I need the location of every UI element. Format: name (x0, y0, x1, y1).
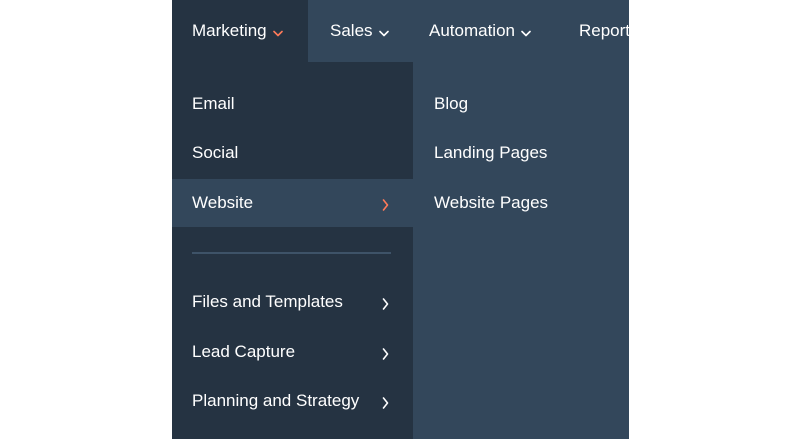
menu-item-social[interactable]: Social (172, 129, 413, 177)
chevron-down-icon (272, 22, 283, 42)
submenu-item-label: Blog (434, 94, 469, 113)
menu-item-files-and-templates[interactable]: Files and Templates (172, 278, 413, 326)
nav-automation-label: Automation (429, 21, 515, 40)
nav-sales-label: Sales (330, 21, 373, 40)
menu-item-label: Lead Capture (192, 342, 296, 361)
nav-reports-label: Reports (579, 21, 629, 40)
nav-reports[interactable]: Reports (579, 0, 629, 62)
submenu-item-landing-pages[interactable]: Landing Pages (413, 129, 629, 177)
menu-item-lead-capture[interactable]: Lead Capture (172, 328, 413, 376)
chevron-down-icon (378, 22, 389, 42)
menu-item-label: Website (192, 193, 254, 212)
top-navigation-bar: Marketing Sales Automation Reports (172, 0, 629, 62)
nav-marketing-label: Marketing (192, 21, 267, 40)
submenu-item-blog[interactable]: Blog (413, 80, 629, 128)
submenu-item-label: Website Pages (434, 193, 549, 212)
submenu-item-label: Landing Pages (434, 143, 548, 162)
submenu-item-website-pages[interactable]: Website Pages (413, 179, 629, 227)
nav-sales[interactable]: Sales (330, 0, 389, 62)
app-navigation: Marketing Sales Automation Reports Email… (172, 0, 629, 439)
chevron-right-icon (382, 394, 389, 414)
nav-marketing[interactable]: Marketing (172, 0, 308, 62)
chevron-right-icon (382, 345, 389, 365)
menu-item-website[interactable]: Website (172, 179, 413, 227)
chevron-down-icon (521, 22, 531, 42)
menu-item-label: Email (192, 94, 235, 113)
menu-item-planning-and-strategy[interactable]: Planning and Strategy (172, 377, 413, 425)
menu-item-label: Files and Templates (192, 292, 343, 311)
website-submenu: Blog Landing Pages Website Pages (413, 62, 629, 439)
menu-item-email[interactable]: Email (172, 80, 413, 128)
menu-item-label: Planning and Strategy (192, 391, 360, 410)
chevron-right-icon (382, 196, 389, 216)
nav-automation[interactable]: Automation (429, 0, 531, 62)
chevron-right-icon (382, 295, 389, 315)
menu-item-label: Social (192, 143, 239, 162)
marketing-dropdown-menu: Email Social Website Files and Templates… (172, 62, 413, 439)
menu-divider (192, 252, 391, 254)
